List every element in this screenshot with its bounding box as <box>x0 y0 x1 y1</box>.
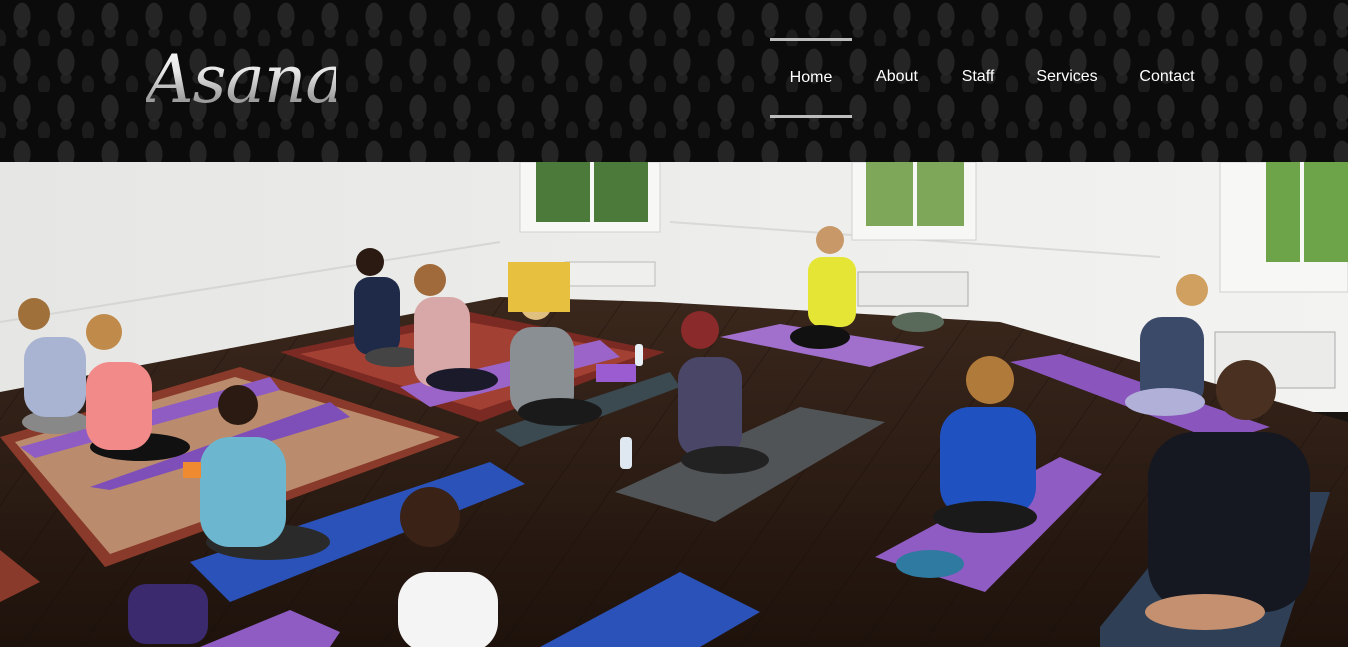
nav-item-staff[interactable]: Staff <box>954 38 1002 118</box>
yoga-block <box>183 462 201 478</box>
window-center <box>851 162 977 241</box>
water-bottle <box>620 437 632 469</box>
yoga-block <box>596 364 636 382</box>
nav-item-about[interactable]: About <box>868 38 926 118</box>
clothes-pile <box>896 550 964 578</box>
water-bottle <box>635 344 643 366</box>
window-right <box>1219 162 1348 293</box>
nav-item-contact[interactable]: Contact <box>1134 38 1200 118</box>
side-table <box>508 262 570 312</box>
yoga-bag <box>128 584 208 644</box>
site-header: Asana Home About Staff Services Contact <box>0 0 1348 162</box>
site-logo[interactable]: Asana <box>146 40 345 120</box>
nav-item-services[interactable]: Services <box>1032 38 1102 118</box>
nav-item-home[interactable]: Home <box>770 38 852 118</box>
window-left <box>519 162 661 233</box>
hero-image <box>0 162 1348 647</box>
yoga-class-photo <box>0 162 1348 647</box>
clothes-pile <box>892 312 944 332</box>
